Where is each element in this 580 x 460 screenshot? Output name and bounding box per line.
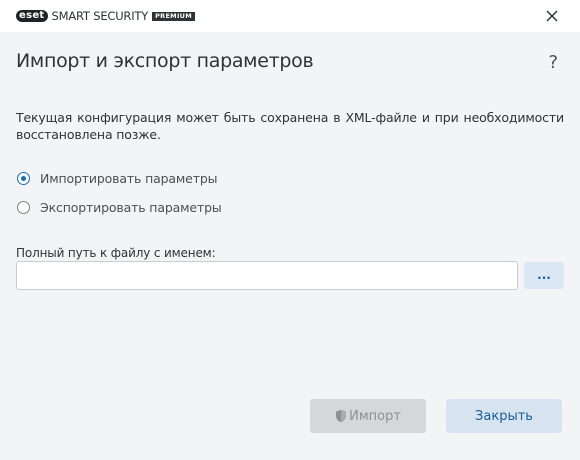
help-button[interactable]: ? [548, 52, 558, 73]
export-settings-option[interactable]: Экспортировать параметры [17, 200, 222, 215]
file-path-label: Полный путь к файлу с именем: [16, 246, 216, 260]
close-icon [546, 10, 558, 22]
import-button-label: Импорт [349, 408, 401, 424]
import-settings-label: Импортировать параметры [40, 171, 218, 186]
close-button[interactable]: Закрыть [446, 399, 562, 433]
radio-import-selected[interactable] [17, 172, 30, 185]
eset-logo: eset [16, 10, 48, 22]
title-bar: eset SMART SECURITY PREMIUM [0, 0, 580, 32]
radio-export[interactable] [17, 201, 30, 214]
window-close-button[interactable] [544, 8, 560, 24]
browse-button[interactable]: ... [524, 262, 564, 289]
import-button[interactable]: Импорт [310, 399, 426, 433]
shield-icon [336, 409, 347, 423]
page-title: Импорт и экспорт параметров [16, 50, 314, 72]
product-name: SMART SECURITY [51, 9, 149, 23]
import-settings-option[interactable]: Импортировать параметры [17, 171, 218, 186]
dialog-description: Текущая конфигурация может быть сохранен… [16, 110, 564, 142]
edition-badge: PREMIUM [152, 11, 196, 21]
file-path-input[interactable] [16, 261, 518, 290]
export-settings-label: Экспортировать параметры [40, 200, 222, 215]
product-brand: eset SMART SECURITY PREMIUM [16, 9, 196, 23]
